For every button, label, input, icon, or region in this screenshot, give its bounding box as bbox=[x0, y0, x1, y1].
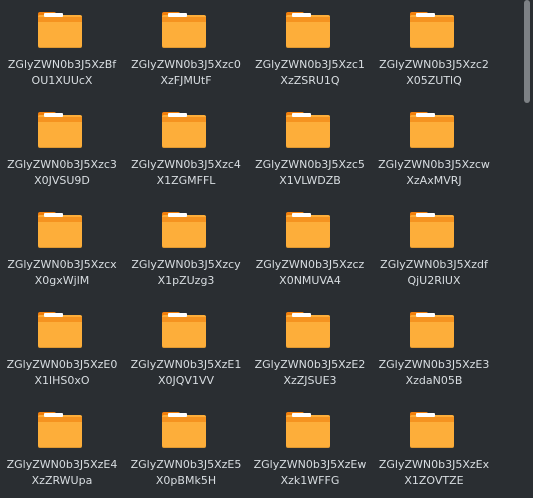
folder-icon bbox=[162, 12, 206, 48]
folder-label: ZGlyZWN0b3J5Xzc1 XzZSRU1Q bbox=[255, 58, 365, 87]
folder-item[interactable]: ZGlyZWN0b3J5Xzc1 XzZSRU1Q bbox=[248, 0, 372, 92]
folder-label: ZGlyZWN0b3J5Xzc2 X05ZUTlQ bbox=[379, 58, 489, 87]
folder-label: ZGlyZWN0b3J5XzE3 XzdaN05B bbox=[378, 358, 490, 387]
folder-icon bbox=[38, 412, 82, 448]
folder-label: ZGlyZWN0b3J5XzEx X1ZOVTZE bbox=[378, 458, 490, 487]
folder-label: ZGlyZWN0b3J5Xzcz X0NMUVA4 bbox=[255, 258, 365, 287]
folder-label: ZGlyZWN0b3J5XzEw Xzk1WFFG bbox=[253, 458, 367, 487]
folder-icon bbox=[286, 312, 330, 348]
folder-label: ZGlyZWN0b3J5Xzdf QjU2RlUX bbox=[380, 258, 488, 287]
file-grid: ZGlyZWN0b3J5XzBf OU1XUUcX ZGlyZWN0b3J5Xzc… bbox=[0, 0, 520, 498]
folder-item[interactable]: ZGlyZWN0b3J5XzE2 XzZJSUE3 bbox=[248, 300, 372, 392]
folder-item[interactable]: ZGlyZWN0b3J5XzE3 XzdaN05B bbox=[372, 300, 496, 392]
folder-item[interactable]: ZGlyZWN0b3J5Xzc2 X05ZUTlQ bbox=[372, 0, 496, 92]
folder-icon bbox=[410, 212, 454, 248]
folder-label: ZGlyZWN0b3J5Xzcw XzAxMVRJ bbox=[378, 158, 490, 187]
folder-label: ZGlyZWN0b3J5Xzc3 X0JVSU9D bbox=[7, 158, 117, 187]
folder-icon bbox=[162, 112, 206, 148]
folder-item[interactable]: ZGlyZWN0b3J5XzBf OU1XUUcX bbox=[0, 0, 124, 92]
folder-icon bbox=[38, 12, 82, 48]
folder-item[interactable]: ZGlyZWN0b3J5Xzcw XzAxMVRJ bbox=[372, 100, 496, 192]
folder-item[interactable]: ZGlyZWN0b3J5XzEx X1ZOVTZE bbox=[372, 400, 496, 492]
folder-icon bbox=[162, 312, 206, 348]
folder-item[interactable]: ZGlyZWN0b3J5Xzcx X0gxWjlM bbox=[0, 200, 124, 292]
folder-icon bbox=[286, 412, 330, 448]
vertical-scrollbar[interactable] bbox=[520, 0, 533, 498]
folder-label: ZGlyZWN0b3J5Xzcy X1pZUzg3 bbox=[131, 258, 241, 287]
folder-item[interactable]: ZGlyZWN0b3J5XzEw Xzk1WFFG bbox=[248, 400, 372, 492]
folder-item[interactable]: ZGlyZWN0b3J5Xzcy X1pZUzg3 bbox=[124, 200, 248, 292]
folder-icon bbox=[410, 412, 454, 448]
folder-item[interactable]: ZGlyZWN0b3J5Xzdf QjU2RlUX bbox=[372, 200, 496, 292]
folder-item[interactable]: ZGlyZWN0b3J5XzE1 X0JQV1VV bbox=[124, 300, 248, 392]
folder-item[interactable]: ZGlyZWN0b3J5Xzc0 XzFJMUtF bbox=[124, 0, 248, 92]
folder-label: ZGlyZWN0b3J5Xzc0 XzFJMUtF bbox=[131, 58, 241, 87]
folder-icon bbox=[286, 12, 330, 48]
folder-item[interactable]: ZGlyZWN0b3J5XzE4 XzZRWUpa bbox=[0, 400, 124, 492]
folder-icon bbox=[410, 112, 454, 148]
folder-icon bbox=[410, 12, 454, 48]
folder-icon bbox=[286, 112, 330, 148]
folder-icon bbox=[162, 212, 206, 248]
folder-label: ZGlyZWN0b3J5Xzcx X0gxWjlM bbox=[7, 258, 117, 287]
folder-label: ZGlyZWN0b3J5XzE0 X1lHS0xO bbox=[6, 358, 118, 387]
folder-label: ZGlyZWN0b3J5XzE2 XzZJSUE3 bbox=[254, 358, 366, 387]
file-browser-view: ZGlyZWN0b3J5XzBf OU1XUUcX ZGlyZWN0b3J5Xzc… bbox=[0, 0, 533, 498]
folder-label: ZGlyZWN0b3J5XzBf OU1XUUcX bbox=[7, 58, 117, 87]
folder-icon bbox=[38, 212, 82, 248]
folder-icon bbox=[286, 212, 330, 248]
folder-icon bbox=[38, 312, 82, 348]
folder-label: ZGlyZWN0b3J5XzE5 X0pBMk5H bbox=[130, 458, 242, 487]
folder-item[interactable]: ZGlyZWN0b3J5XzE5 X0pBMk5H bbox=[124, 400, 248, 492]
folder-item[interactable]: ZGlyZWN0b3J5Xzcz X0NMUVA4 bbox=[248, 200, 372, 292]
folder-icon bbox=[38, 112, 82, 148]
folder-label: ZGlyZWN0b3J5Xzc4 X1ZGMFFL bbox=[131, 158, 241, 187]
folder-label: ZGlyZWN0b3J5XzE1 X0JQV1VV bbox=[130, 358, 242, 387]
folder-item[interactable]: ZGlyZWN0b3J5Xzc3 X0JVSU9D bbox=[0, 100, 124, 192]
folder-item[interactable]: ZGlyZWN0b3J5Xzc4 X1ZGMFFL bbox=[124, 100, 248, 192]
scrollbar-thumb[interactable] bbox=[524, 0, 530, 103]
folder-label: ZGlyZWN0b3J5XzE4 XzZRWUpa bbox=[6, 458, 118, 487]
folder-icon bbox=[162, 412, 206, 448]
folder-item[interactable]: ZGlyZWN0b3J5XzE0 X1lHS0xO bbox=[0, 300, 124, 392]
folder-icon bbox=[410, 312, 454, 348]
folder-label: ZGlyZWN0b3J5Xzc5 X1VLWDZB bbox=[255, 158, 365, 187]
folder-item[interactable]: ZGlyZWN0b3J5Xzc5 X1VLWDZB bbox=[248, 100, 372, 192]
